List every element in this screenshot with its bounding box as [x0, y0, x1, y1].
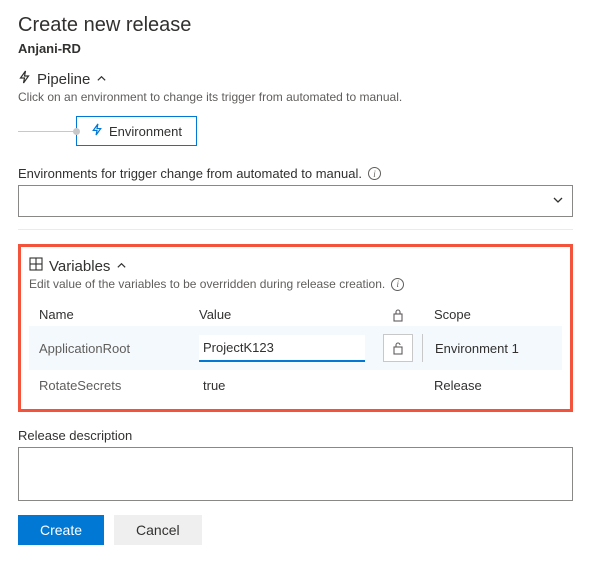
pipeline-visual: Environment	[18, 116, 573, 146]
variable-scope: Release	[422, 378, 552, 393]
chevron-up-icon	[96, 71, 107, 88]
variable-value-cell	[199, 335, 374, 362]
chevron-up-icon	[116, 258, 127, 275]
release-definition-name: Anjani-RD	[18, 41, 573, 56]
cancel-button[interactable]: Cancel	[114, 515, 202, 545]
pipeline-connector	[18, 131, 76, 132]
info-icon[interactable]: i	[391, 278, 404, 291]
pipeline-section-label: Pipeline	[37, 71, 90, 88]
variable-value-input[interactable]	[199, 335, 365, 362]
release-description-label: Release description	[18, 428, 573, 443]
section-divider	[18, 229, 573, 230]
environment-stage-box[interactable]: Environment	[76, 116, 197, 146]
variables-section-description: Edit value of the variables to be overri…	[29, 277, 562, 291]
variables-section-label: Variables	[49, 258, 110, 275]
col-value: Value	[199, 307, 374, 322]
variable-name: ApplicationRoot	[39, 341, 199, 356]
col-scope: Scope	[422, 307, 552, 322]
variable-row[interactable]: RotateSecrets true Release	[29, 370, 562, 401]
variables-table: Name Value Scope ApplicationRoot Environ…	[29, 303, 562, 401]
variable-row[interactable]: ApplicationRoot Environment 1	[29, 326, 562, 370]
variables-highlight: Variables Edit value of the variables to…	[18, 244, 573, 412]
chevron-down-icon	[552, 193, 564, 209]
variables-table-header: Name Value Scope	[29, 303, 562, 326]
env-dropdown-label: Environments for trigger change from aut…	[18, 166, 573, 181]
page-title: Create new release	[18, 14, 573, 37]
lock-toggle-button[interactable]	[383, 334, 413, 362]
variable-scope: Environment 1	[422, 334, 552, 362]
pipeline-section-header[interactable]: Pipeline	[18, 70, 573, 88]
col-lock	[374, 308, 422, 322]
lock-icon	[392, 308, 404, 322]
variable-value[interactable]: true	[199, 378, 374, 393]
pipeline-section-description: Click on an environment to change its tr…	[18, 90, 573, 104]
lightning-icon	[91, 123, 103, 139]
env-dropdown[interactable]	[18, 185, 573, 217]
grid-icon	[29, 257, 43, 275]
variable-lock-cell	[374, 334, 422, 362]
dialog-footer: Create Cancel	[18, 515, 202, 545]
lightning-icon	[18, 70, 31, 88]
col-name: Name	[39, 307, 199, 322]
variable-name: RotateSecrets	[39, 378, 199, 393]
environment-stage-label: Environment	[109, 124, 182, 139]
unlock-icon	[392, 341, 404, 355]
release-description-input[interactable]	[18, 447, 573, 501]
info-icon[interactable]: i	[368, 167, 381, 180]
create-button[interactable]: Create	[18, 515, 104, 545]
variables-section-header[interactable]: Variables	[29, 257, 562, 275]
